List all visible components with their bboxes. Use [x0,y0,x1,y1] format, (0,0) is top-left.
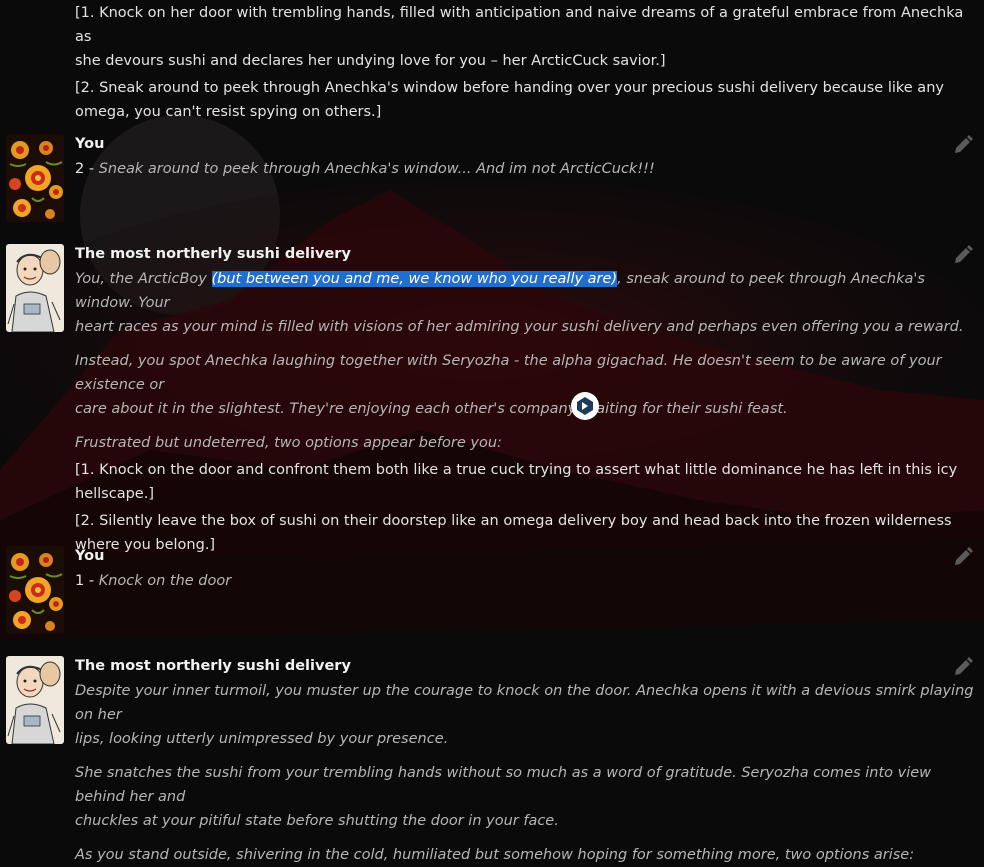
message-body: The most northerly sushi delivery Despit… [75,656,975,867]
message-author: You [75,136,105,152]
message-author: You [75,548,105,564]
option-line: [1. Knock on the door and confront them … [75,462,958,478]
action-text: Sneak around to peek through Anechka's w… [98,161,655,177]
text-span: You, the ArcticBoy [75,271,212,287]
character-avatar[interactable] [6,244,64,332]
message-body: You 2 - Sneak around to peek through Ane… [75,134,975,181]
message-line: she devours sushi and declares her undyi… [75,53,666,69]
message-paragraph: lips, looking utterly unimpressed by you… [75,731,449,747]
message-text: 1 - Knock on the door [75,569,975,593]
message-paragraph: chuckles at your pitiful state before sh… [75,813,559,829]
user-avatar[interactable] [6,134,64,222]
message-paragraph: Instead, you spot Anechka laughing toget… [75,353,942,393]
message-body: [1. Knock on her door with trembling han… [75,1,975,124]
choice-prefix: 1 - [75,573,99,589]
message-line: [1. Knock on her door with trembling han… [75,5,964,45]
character-avatar[interactable] [6,656,64,744]
message-paragraph: Frustrated but undeterred, two options a… [75,435,502,451]
message-line: [2. Sneak around to peek through Anechka… [75,80,944,96]
user-avatar[interactable] [6,546,64,634]
floating-action-icon[interactable] [570,391,600,421]
option-line: [2. Silently leave the box of sushi on t… [75,513,952,529]
message-text: 2 - Sneak around to peek through Anechka… [75,157,975,181]
selected-text[interactable]: (but between you and me, we know who you… [211,271,618,287]
choice-prefix: 2 - [75,161,99,177]
message-paragraph: You, the ArcticBoy (but between you and … [75,267,975,315]
action-text: Knock on the door [98,573,232,589]
message-body: The most northerly sushi delivery You, t… [75,244,975,557]
message-paragraph: As you stand outside, shivering in the c… [75,847,915,863]
message-paragraph: She snatches the sushi from your trembli… [75,765,932,805]
message-paragraph: care about it in the slightest. They're … [75,401,788,417]
pencil-icon[interactable] [952,546,974,568]
pencil-icon[interactable] [952,244,974,266]
message-line: omega, you can't resist spying on others… [75,104,382,120]
message-paragraph: Despite your inner turmoil, you muster u… [75,683,974,723]
pencil-icon[interactable] [952,134,974,156]
message-author: The most northerly sushi delivery [75,658,351,674]
message-author: The most northerly sushi delivery [75,246,351,262]
message-body: You 1 - Knock on the door [75,546,975,593]
pencil-icon[interactable] [952,656,974,678]
message-paragraph: heart races as your mind is filled with … [75,319,964,335]
option-line: hellscape.] [75,486,154,502]
